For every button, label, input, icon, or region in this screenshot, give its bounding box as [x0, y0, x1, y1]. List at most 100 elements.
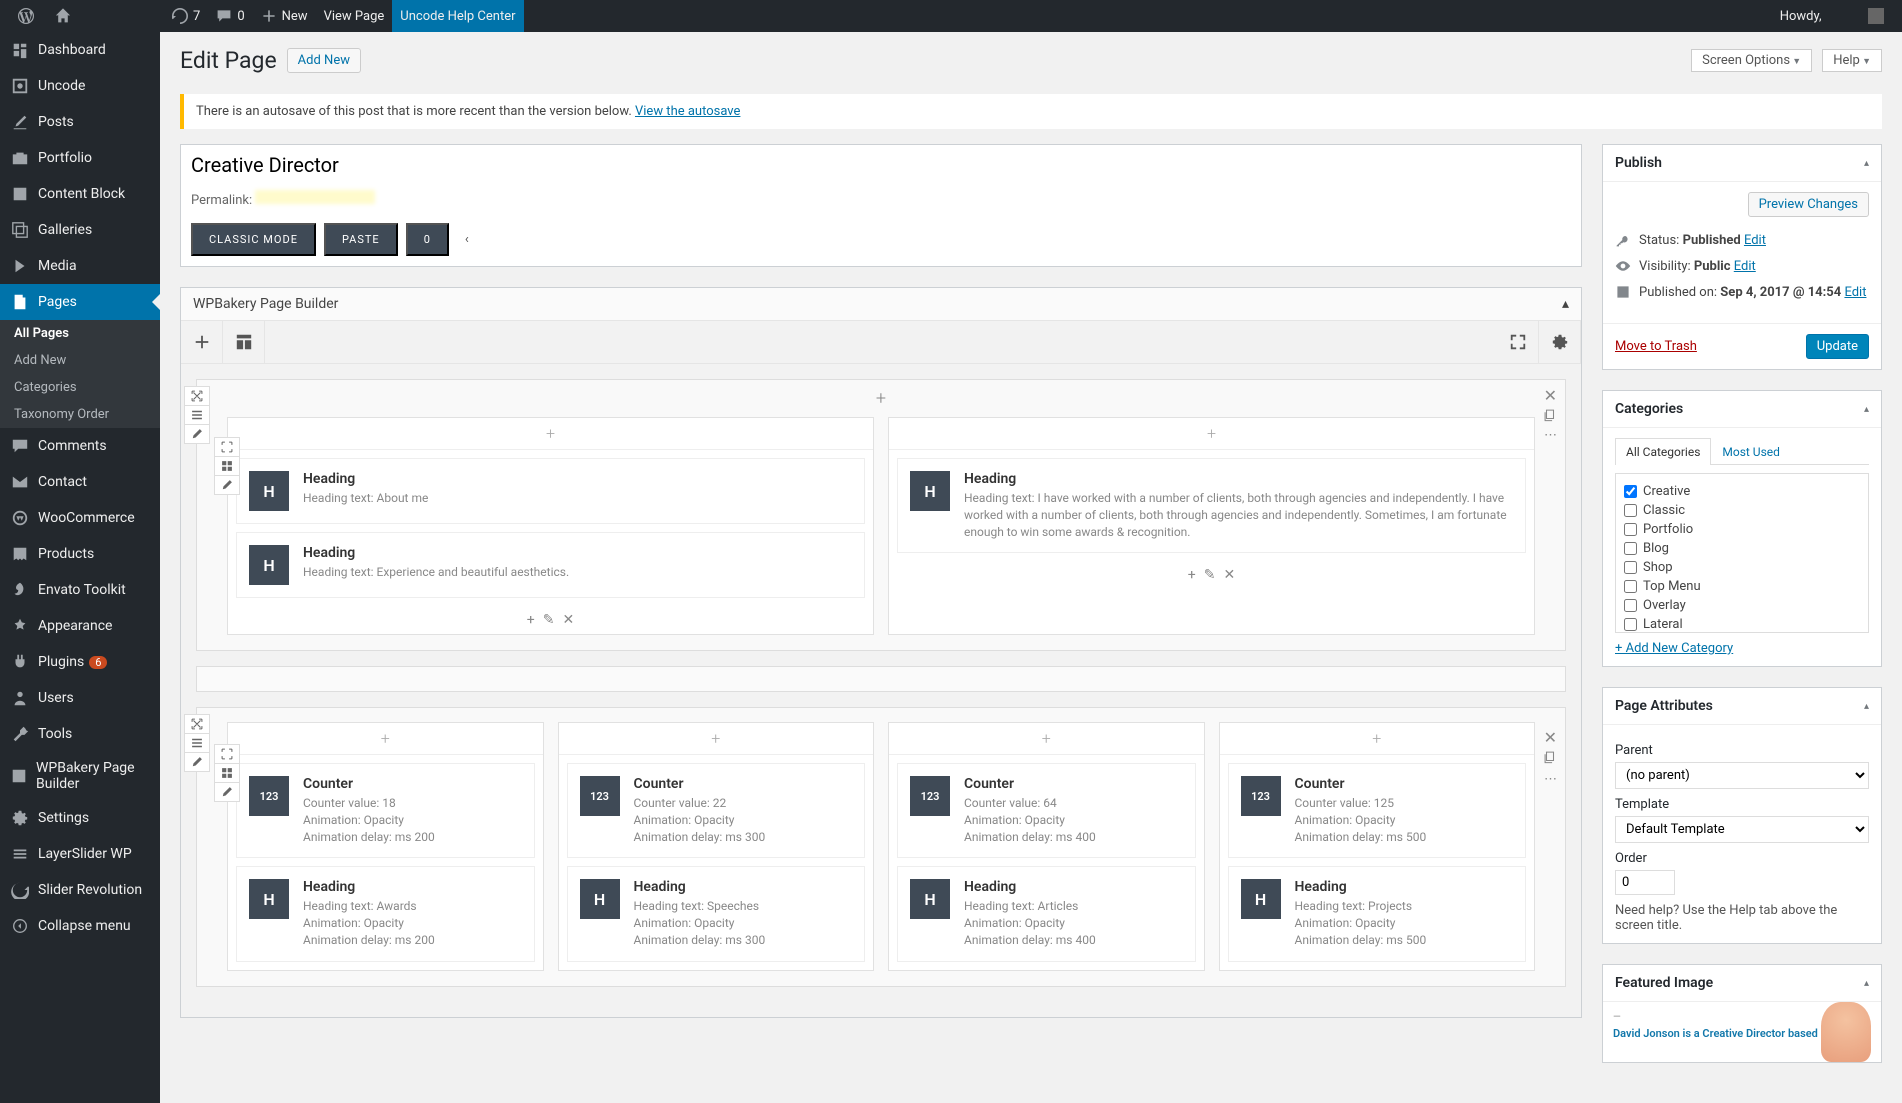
zero-button[interactable]: 0 [406, 223, 449, 256]
sidebar-item-settings[interactable]: Settings [0, 800, 160, 836]
sidebar-item-contact[interactable]: Contact [0, 464, 160, 500]
pb-element[interactable]: HHeadingHeading text: SpeechesAnimation:… [567, 866, 866, 961]
edit-status-link[interactable]: Edit [1744, 233, 1766, 248]
pb-element[interactable]: HHeadingHeading text: About me [236, 458, 865, 524]
col-add-icon[interactable]: + [1220, 723, 1535, 755]
edit-visibility-link[interactable]: Edit [1734, 259, 1756, 274]
sidebar-item-plugins[interactable]: Plugins6 [0, 644, 160, 680]
row-close-icon[interactable]: ✕ [1544, 728, 1557, 747]
col-expand-icon[interactable] [214, 437, 240, 457]
el-edit-icon[interactable]: ✎ [1204, 567, 1216, 583]
sidebar-item-wpb[interactable]: WPBakery Page Builder [0, 752, 160, 800]
sidebar-item-pages[interactable]: Pages [0, 284, 160, 320]
pb-element[interactable]: 123CounterCounter value: 125Animation: O… [1228, 763, 1527, 858]
category-item[interactable]: Lateral [1624, 615, 1860, 633]
pb-element[interactable]: 123CounterCounter value: 64Animation: Op… [897, 763, 1196, 858]
screen-options-button[interactable]: Screen Options [1691, 49, 1812, 72]
col-grid-icon[interactable] [214, 456, 240, 476]
settings-button[interactable] [1539, 321, 1581, 363]
update-button[interactable]: Update [1806, 334, 1869, 359]
col-edit-icon[interactable] [214, 782, 240, 802]
parent-select[interactable]: (no parent) [1615, 762, 1869, 789]
category-item[interactable]: Creative [1624, 482, 1860, 501]
sidebar-item-content-block[interactable]: Content Block [0, 176, 160, 212]
paste-button[interactable]: PASTE [324, 223, 398, 256]
pb-element[interactable]: HHeadingHeading text: AwardsAnimation: O… [236, 866, 535, 961]
category-tab-0[interactable]: All Categories [1615, 438, 1711, 465]
category-item[interactable]: Portfolio [1624, 520, 1860, 539]
sidebar-item-posts[interactable]: Posts [0, 104, 160, 140]
edit-date-link[interactable]: Edit [1844, 285, 1866, 300]
row-more-icon[interactable]: ⋯ [1544, 772, 1557, 787]
sidebar-item-layerslider[interactable]: LayerSlider WP [0, 836, 160, 872]
category-item[interactable]: Top Menu [1624, 577, 1860, 596]
sidebar-item-appearance[interactable]: Appearance [0, 608, 160, 644]
comments-link[interactable]: 0 [208, 0, 252, 32]
col-add-icon[interactable]: + [889, 418, 1534, 450]
col-add-icon[interactable]: + [228, 418, 873, 450]
featured-image-thumb[interactable]: — David Jonson is a Creative Director ba… [1603, 1002, 1881, 1062]
add-element-button[interactable] [181, 321, 223, 363]
col-add-icon[interactable]: + [889, 723, 1204, 755]
sidebar-item-dashboard[interactable]: Dashboard [0, 32, 160, 68]
sidebar-sub-taxonomy-order[interactable]: Taxonomy Order [0, 401, 160, 428]
col-grid-icon[interactable] [214, 763, 240, 783]
row-close-icon[interactable]: ✕ [1544, 386, 1557, 405]
row-copy-icon[interactable] [1543, 750, 1557, 768]
help-button[interactable]: Help [1822, 49, 1882, 72]
howdy-user[interactable]: Howdy, [1772, 0, 1892, 32]
el-delete-icon[interactable]: ✕ [1223, 567, 1235, 583]
category-item[interactable]: Shop [1624, 558, 1860, 577]
category-item[interactable]: Classic [1624, 501, 1860, 520]
sidebar-sub-add-new[interactable]: Add New [0, 347, 160, 374]
home-link[interactable] [47, 0, 164, 32]
sidebar-item-media[interactable]: Media [0, 248, 160, 284]
updates-link[interactable]: 7 [164, 0, 208, 32]
pb-spacer-row[interactable] [196, 666, 1566, 692]
trash-link[interactable]: Move to Trash [1615, 339, 1697, 354]
row-add-icon[interactable]: + [876, 388, 886, 409]
sidebar-item-products[interactable]: Products [0, 536, 160, 572]
el-add-icon[interactable]: + [527, 612, 535, 628]
page-builder-header[interactable]: WPBakery Page Builder ▴ [181, 288, 1581, 321]
preview-button[interactable]: Preview Changes [1748, 192, 1869, 217]
sidebar-item-uncode[interactable]: Uncode [0, 68, 160, 104]
add-new-button[interactable]: Add New [287, 48, 361, 73]
sidebar-item-collapse[interactable]: Collapse menu [0, 908, 160, 944]
template-button[interactable] [223, 321, 265, 363]
new-link[interactable]: New [253, 0, 316, 32]
col-expand-icon[interactable] [214, 744, 240, 764]
pb-element[interactable]: HHeadingHeading text: ArticlesAnimation:… [897, 866, 1196, 961]
sidebar-item-envato[interactable]: Envato Toolkit [0, 572, 160, 608]
sidebar-item-portfolio[interactable]: Portfolio [0, 140, 160, 176]
wp-logo[interactable] [10, 0, 47, 32]
sidebar-item-galleries[interactable]: Galleries [0, 212, 160, 248]
pb-element[interactable]: HHeadingHeading text: I have worked with… [897, 458, 1526, 553]
pb-element[interactable]: HHeadingHeading text: ProjectsAnimation:… [1228, 866, 1527, 961]
post-title-input[interactable] [181, 145, 1581, 185]
pb-element[interactable]: 123CounterCounter value: 22Animation: Op… [567, 763, 866, 858]
sidebar-item-users[interactable]: Users [0, 680, 160, 716]
sidebar-item-tools[interactable]: Tools [0, 716, 160, 752]
col-add-icon[interactable]: + [559, 723, 874, 755]
permalink-value[interactable] [255, 190, 375, 204]
sidebar-item-slider-rev[interactable]: Slider Revolution [0, 872, 160, 908]
category-item[interactable]: Blog [1624, 539, 1860, 558]
collapse-panel-icon[interactable]: ▴ [1562, 296, 1569, 312]
col-add-icon[interactable]: + [228, 723, 543, 755]
chevron-left-icon[interactable]: ‹ [457, 227, 477, 252]
view-page-link[interactable]: View Page [316, 0, 393, 32]
pb-element[interactable]: HHeadingHeading text: Experience and bea… [236, 532, 865, 598]
order-input[interactable] [1615, 870, 1675, 895]
add-category-link[interactable]: + Add New Category [1615, 641, 1733, 656]
view-autosave-link[interactable]: View the autosave [635, 104, 740, 119]
help-center-link[interactable]: Uncode Help Center [392, 0, 523, 32]
category-item[interactable]: Overlay [1624, 596, 1860, 615]
el-delete-icon[interactable]: ✕ [562, 612, 574, 628]
classic-mode-button[interactable]: CLASSIC MODE [191, 223, 316, 256]
el-add-icon[interactable]: + [1188, 567, 1196, 583]
category-tab-1[interactable]: Most Used [1711, 438, 1791, 465]
sidebar-item-woo[interactable]: WooCommerce [0, 500, 160, 536]
el-edit-icon[interactable]: ✎ [543, 612, 555, 628]
sidebar-item-comments[interactable]: Comments [0, 428, 160, 464]
